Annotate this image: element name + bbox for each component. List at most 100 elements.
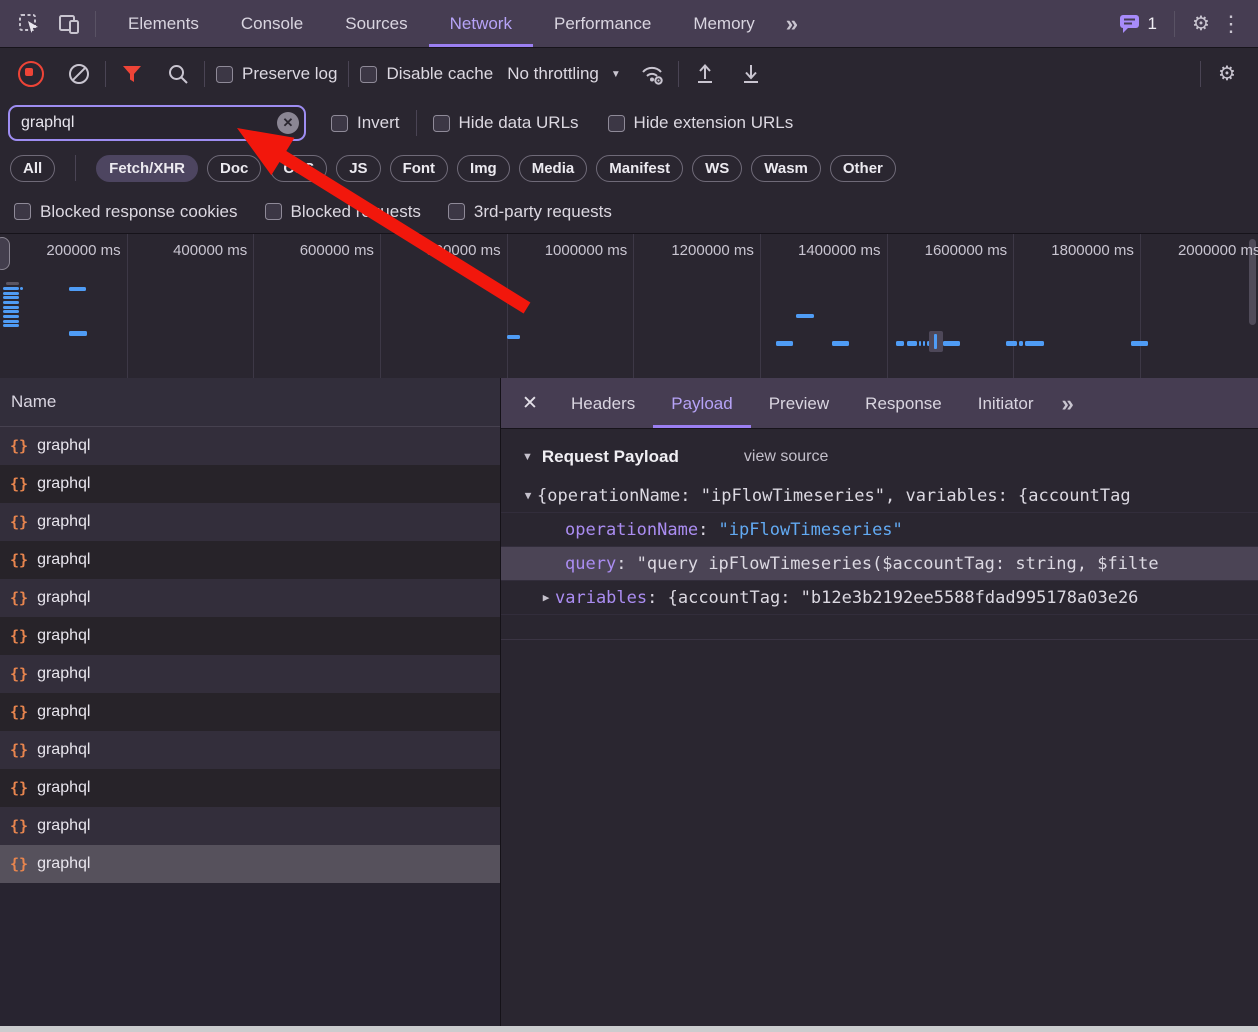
import-har-icon[interactable]: [736, 59, 766, 89]
issues-button[interactable]: 1: [1119, 14, 1157, 34]
timeline-gridline: [1140, 234, 1141, 379]
request-row[interactable]: {}graphql: [0, 693, 500, 731]
request-name: graphql: [37, 589, 90, 607]
request-row[interactable]: {}graphql: [0, 845, 500, 883]
timeline-gridline: [380, 234, 381, 379]
blocked-requests-checkbox-group[interactable]: Blocked requests: [265, 202, 421, 222]
pill-other[interactable]: Other: [830, 155, 896, 182]
filter-icon[interactable]: [117, 59, 147, 89]
third-party-requests-checkbox-group[interactable]: 3rd-party requests: [448, 202, 612, 222]
request-row[interactable]: {}graphql: [0, 427, 500, 465]
overflow-menu-icon[interactable]: ⋮: [1216, 9, 1246, 39]
record-network-log-icon[interactable]: [16, 59, 46, 89]
request-row[interactable]: {}graphql: [0, 769, 500, 807]
detail-tab-headers[interactable]: Headers: [553, 379, 653, 428]
request-waterfall-bar: [3, 310, 19, 313]
detail-tab-response[interactable]: Response: [847, 379, 960, 428]
blocked-requests-checkbox[interactable]: [265, 203, 282, 220]
tab-network[interactable]: Network: [429, 0, 533, 47]
section-expanded-arrow-icon[interactable]: ▼: [522, 451, 533, 463]
device-toolbar-icon[interactable]: [54, 9, 84, 39]
collapsed-arrow-icon[interactable]: ▶: [537, 591, 555, 604]
invert-checkbox[interactable]: [331, 115, 348, 132]
third-party-requests-checkbox[interactable]: [448, 203, 465, 220]
request-name: graphql: [37, 627, 90, 645]
hide-data-urls-checkbox[interactable]: [433, 115, 450, 132]
pill-manifest[interactable]: Manifest: [596, 155, 683, 182]
pill-css[interactable]: CSS: [270, 155, 327, 182]
requests-list: {}graphql{}graphql{}graphql{}graphql{}gr…: [0, 427, 500, 883]
pill-doc[interactable]: Doc: [207, 155, 261, 182]
search-icon[interactable]: [163, 59, 193, 89]
pill-fetch-xhr[interactable]: Fetch/XHR: [96, 155, 198, 182]
preserve-log-label: Preserve log: [242, 64, 337, 84]
expanded-arrow-icon[interactable]: ▼: [519, 489, 537, 502]
export-har-icon[interactable]: [690, 59, 720, 89]
clear-filter-icon[interactable]: ✕: [277, 112, 299, 134]
devtools-main-toolbar: ElementsConsoleSourcesNetworkPerformance…: [0, 0, 1258, 48]
request-waterfall-bar: [3, 287, 19, 290]
payload-row[interactable]: query: "query ipFlowTimeseries($accountT…: [501, 547, 1258, 581]
blocked-response-cookies-checkbox-group[interactable]: Blocked response cookies: [14, 202, 238, 222]
payload-row[interactable]: operationName: "ipFlowTimeseries": [501, 513, 1258, 547]
network-overview-timeline[interactable]: 200000 ms400000 ms600000 ms800000 ms1000…: [0, 233, 1258, 380]
network-conditions-icon[interactable]: [637, 59, 667, 89]
request-row[interactable]: {}graphql: [0, 617, 500, 655]
blocked-response-cookies-checkbox[interactable]: [14, 203, 31, 220]
pill-ws[interactable]: WS: [692, 155, 742, 182]
request-waterfall-bar: [6, 282, 19, 285]
pill-all[interactable]: All: [10, 155, 55, 182]
request-waterfall-bar: [776, 341, 793, 346]
disable-cache-checkbox[interactable]: [360, 66, 377, 83]
payload-value: "query ipFlowTimeseries($accountTag: str…: [637, 554, 1159, 574]
timeline-gridline: [760, 234, 761, 379]
tab-elements[interactable]: Elements: [107, 0, 220, 47]
view-source-link[interactable]: view source: [744, 448, 828, 466]
settings-gear-icon[interactable]: ⚙: [1186, 9, 1216, 39]
tab-performance[interactable]: Performance: [533, 0, 672, 47]
pill-js[interactable]: JS: [336, 155, 380, 182]
detail-more-tabs-icon[interactable]: »: [1051, 379, 1081, 428]
hide-extension-urls-checkbox[interactable]: [608, 115, 625, 132]
pill-media[interactable]: Media: [519, 155, 588, 182]
close-details-icon[interactable]: ✕: [515, 388, 545, 418]
hide-data-urls-checkbox-group[interactable]: Hide data URLs: [433, 113, 579, 133]
request-row[interactable]: {}graphql: [0, 655, 500, 693]
network-settings-gear-icon[interactable]: ⚙: [1212, 59, 1242, 89]
request-row[interactable]: {}graphql: [0, 503, 500, 541]
request-row[interactable]: {}graphql: [0, 731, 500, 769]
request-row[interactable]: {}graphql: [0, 465, 500, 503]
request-row[interactable]: {}graphql: [0, 541, 500, 579]
payload-row[interactable]: ▼{operationName: "ipFlowTimeseries", var…: [501, 479, 1258, 513]
throttling-value: No throttling: [507, 64, 599, 84]
detail-tab-initiator[interactable]: Initiator: [960, 379, 1052, 428]
more-tabs-icon[interactable]: »: [776, 0, 806, 47]
preserve-log-checkbox[interactable]: [216, 66, 233, 83]
clear-network-log-icon[interactable]: [64, 59, 94, 89]
pill-img[interactable]: Img: [457, 155, 510, 182]
pill-wasm[interactable]: Wasm: [751, 155, 821, 182]
preserve-log-checkbox-group[interactable]: Preserve log: [216, 64, 337, 84]
timeline-tick-label: 600000 ms: [262, 242, 374, 259]
tab-memory[interactable]: Memory: [672, 0, 775, 47]
invert-checkbox-group[interactable]: Invert: [331, 113, 400, 133]
request-waterfall-bar: [3, 315, 19, 318]
pill-font[interactable]: Font: [390, 155, 448, 182]
detail-tab-payload[interactable]: Payload: [653, 379, 750, 428]
issues-bubble-icon: [1119, 14, 1141, 34]
tab-console[interactable]: Console: [220, 0, 324, 47]
detail-tab-preview[interactable]: Preview: [751, 379, 847, 428]
disable-cache-checkbox-group[interactable]: Disable cache: [360, 64, 493, 84]
request-row[interactable]: {}graphql: [0, 807, 500, 845]
filter-input[interactable]: [8, 105, 306, 141]
payload-summary-text: {operationName: "ipFlowTimeseries", vari…: [537, 486, 1131, 506]
inspect-element-icon[interactable]: [14, 9, 44, 39]
tab-sources[interactable]: Sources: [324, 0, 428, 47]
request-row[interactable]: {}graphql: [0, 579, 500, 617]
throttling-select[interactable]: No throttling ▼: [507, 64, 621, 84]
name-column-header[interactable]: Name: [0, 378, 500, 427]
request-waterfall-bar: [907, 341, 917, 346]
hide-extension-urls-checkbox-group[interactable]: Hide extension URLs: [608, 113, 794, 133]
timeline-tick-label: 1000000 ms: [515, 242, 627, 259]
payload-row[interactable]: ▶variables: {accountTag: "b12e3b2192ee55…: [501, 581, 1258, 615]
